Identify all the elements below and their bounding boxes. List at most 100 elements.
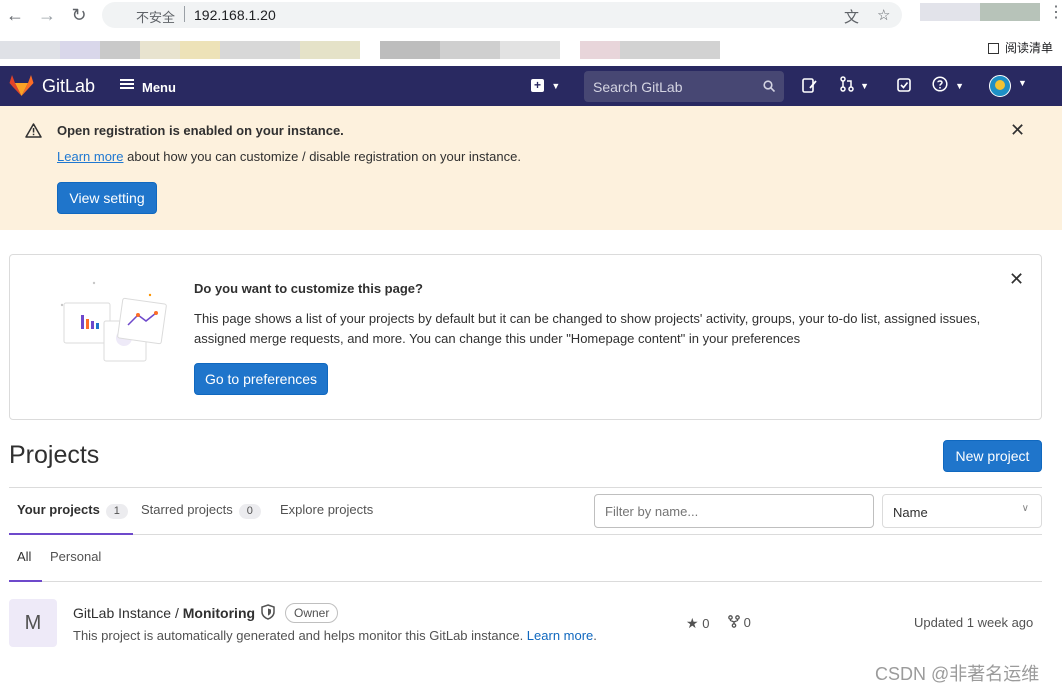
browser-toolbar: ← → ↻ 不安全 192.168.1.20 文 ☆ ⋮ xyxy=(0,0,1062,31)
todo-icon[interactable] xyxy=(897,78,912,93)
card-title: Do you want to customize this page? xyxy=(194,281,423,296)
projects-subtabs: All Personal xyxy=(9,535,1042,582)
merge-request-icon xyxy=(840,76,854,92)
project-namespace: GitLab Instance / xyxy=(73,605,183,621)
close-icon[interactable]: ✕ xyxy=(1010,120,1025,141)
chevron-down-icon[interactable]: ▼ xyxy=(1018,78,1027,88)
divider xyxy=(184,6,185,22)
blurred-bookmark xyxy=(300,41,360,59)
user-avatar[interactable] xyxy=(989,75,1011,97)
sort-dropdown[interactable]: Name ∨ xyxy=(882,494,1042,528)
blurred-bookmark xyxy=(380,41,440,59)
search-placeholder: Search GitLab xyxy=(593,79,683,95)
new-dropdown-button[interactable]: + ▼ xyxy=(531,78,560,92)
project-title-link[interactable]: GitLab Instance / Monitoring xyxy=(73,605,255,621)
chevron-down-icon: ▼ xyxy=(551,81,561,91)
reading-list-icon xyxy=(988,43,999,54)
count-badge: 1 xyxy=(105,504,128,519)
blurred-bookmark xyxy=(180,41,220,59)
chevron-down-icon: ▼ xyxy=(860,81,870,91)
address-bar[interactable]: 不安全 192.168.1.20 文 ☆ xyxy=(102,2,902,28)
fork-count-value: 0 xyxy=(743,615,751,630)
tab-starred-projects[interactable]: Starred projects 0 xyxy=(141,502,261,519)
project-name: Monitoring xyxy=(182,605,256,621)
filter-by-name-input[interactable] xyxy=(594,494,874,528)
project-description: This project is automatically generated … xyxy=(73,628,597,643)
fork-icon xyxy=(728,615,740,628)
avatar-image xyxy=(995,80,1005,90)
star-icon: ★ xyxy=(686,615,699,631)
learn-more-link[interactable]: Learn more xyxy=(527,628,593,643)
reload-icon[interactable]: ↻ xyxy=(68,4,90,26)
sort-value: Name xyxy=(893,505,928,520)
issues-icon[interactable] xyxy=(802,78,817,94)
description-text: This project is automatically generated … xyxy=(73,628,527,643)
count-badge: 0 xyxy=(238,504,261,519)
main-menu-button[interactable]: Menu xyxy=(120,77,176,95)
help-icon xyxy=(932,76,948,92)
tab-label: Explore projects xyxy=(280,502,374,517)
blurred-bookmark xyxy=(980,3,1040,21)
registration-alert: Open registration is enabled on your ins… xyxy=(0,106,1062,230)
gitlab-header: GitLab Menu + ▼ Search GitLab ▼ ▼ ▼ xyxy=(0,66,1062,106)
reading-list-label: 阅读清单 xyxy=(1005,41,1054,55)
tab-explore-projects[interactable]: Explore projects xyxy=(280,502,373,517)
gitlab-logo-icon[interactable] xyxy=(9,74,34,97)
security-label: 不安全 xyxy=(136,10,176,25)
browser-menu-icon[interactable]: ⋮ xyxy=(1048,2,1062,22)
tab-your-projects[interactable]: Your projects 1 xyxy=(17,502,128,519)
alert-body-text: about how you can customize / disable re… xyxy=(123,149,521,164)
plus-square-icon: + xyxy=(531,79,544,92)
menu-label: Menu xyxy=(142,80,176,95)
gitlab-brand[interactable]: GitLab xyxy=(42,76,95,97)
shield-icon xyxy=(261,604,275,620)
alert-body: Learn more about how you can customize /… xyxy=(57,149,521,164)
blurred-bookmark xyxy=(60,41,100,59)
chevron-down-icon: ∨ xyxy=(1021,503,1029,514)
customize-homepage-card: Do you want to customize this page? This… xyxy=(9,254,1042,420)
blurred-bookmark xyxy=(500,41,560,59)
subtab-all[interactable]: All xyxy=(17,549,31,564)
new-project-button[interactable]: New project xyxy=(943,440,1042,472)
description-end: . xyxy=(593,628,597,643)
view-setting-button[interactable]: View setting xyxy=(57,182,157,214)
card-body: This page shows a list of your projects … xyxy=(194,311,981,346)
star-count[interactable]: ★ 0 xyxy=(686,615,709,632)
merge-requests-button[interactable]: ▼ xyxy=(840,76,869,96)
blurred-bookmark xyxy=(440,41,500,59)
alert-title: Open registration is enabled on your ins… xyxy=(57,123,344,138)
search-box[interactable]: Search GitLab xyxy=(584,71,784,102)
blurred-bookmark xyxy=(920,3,980,21)
translate-icon[interactable]: 文 xyxy=(844,6,859,27)
bookmark-star-icon[interactable]: ☆ xyxy=(877,6,890,24)
back-icon[interactable]: ← xyxy=(4,4,26,26)
fork-count[interactable]: 0 xyxy=(728,615,751,630)
search-icon xyxy=(763,80,775,92)
subtab-personal[interactable]: Personal xyxy=(50,549,101,564)
project-row: M GitLab Instance / Monitoring Owner Thi… xyxy=(9,582,1042,662)
close-icon[interactable]: ✕ xyxy=(1009,269,1024,290)
hamburger-icon xyxy=(120,77,134,91)
warning-icon xyxy=(25,123,42,138)
updated-timestamp: Updated 1 week ago xyxy=(914,615,1034,630)
learn-more-link[interactable]: Learn more xyxy=(57,149,123,164)
forward-icon[interactable]: → xyxy=(36,4,58,26)
star-count-value: 0 xyxy=(702,616,710,631)
help-button[interactable]: ▼ xyxy=(932,76,964,96)
tab-label: Starred projects xyxy=(141,502,233,517)
page-title: Projects xyxy=(9,441,100,469)
projects-tabs: Your projects 1 Starred projects 0 Explore… xyxy=(9,487,1042,535)
blurred-bookmark xyxy=(220,41,300,59)
go-to-preferences-button[interactable]: Go to preferences xyxy=(194,363,328,395)
url-text[interactable]: 192.168.1.20 xyxy=(194,7,276,23)
blurred-bookmark xyxy=(100,41,140,59)
blurred-bookmark xyxy=(620,41,720,59)
project-avatar[interactable]: M xyxy=(9,599,57,647)
reading-list-button[interactable]: 阅读清单 xyxy=(988,39,1053,56)
role-badge: Owner xyxy=(285,603,339,623)
dashboard-illustration xyxy=(60,281,167,362)
blurred-bookmark xyxy=(140,41,180,59)
blurred-bookmark xyxy=(0,41,60,59)
bookmarks-bar: 阅读清单 xyxy=(0,3,1062,67)
watermark: CSDN @非著名运维 xyxy=(875,664,1040,684)
